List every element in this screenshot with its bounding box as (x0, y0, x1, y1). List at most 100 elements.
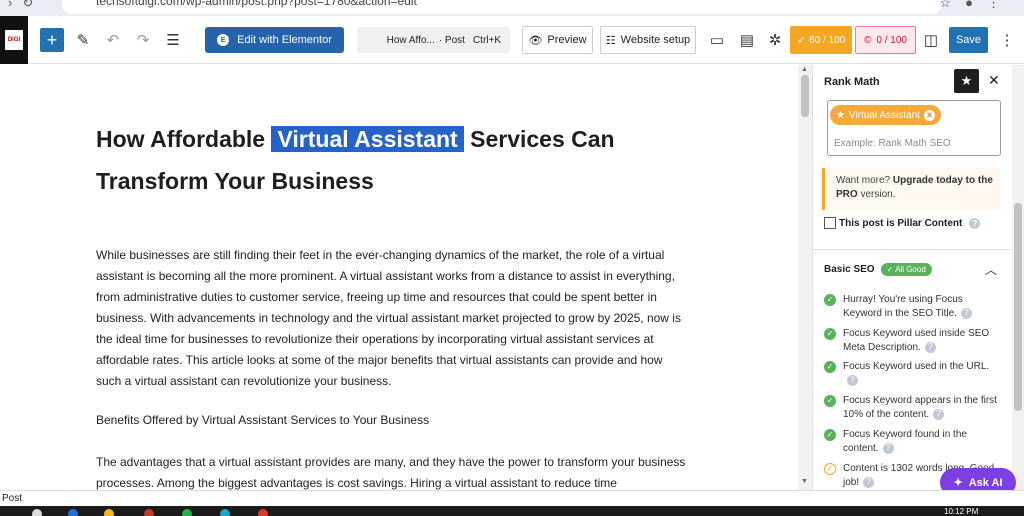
upgrade-notice: Want more? Upgrade today to the PRO vers… (822, 168, 1000, 210)
help-icon[interactable]: ? (933, 408, 945, 420)
elementor-icon: E (217, 34, 230, 46)
focus-keyword-input[interactable]: ★ Virtual Assistant ✕ Example: Rank Math… (827, 100, 1001, 156)
editor-toolbar: DIGI + ✎ ↶ ↷ ☰ E Edit with Elementor How… (0, 16, 1024, 64)
seo-check-item: ✓ Focus Keyword used inside SEO Meta Des… (824, 327, 1004, 355)
chevron-up-icon[interactable]: ︿ (985, 261, 997, 278)
upgrade-suffix: version. (860, 189, 896, 200)
edit-pencil-icon[interactable]: ✎ (72, 28, 94, 52)
readability-score-button[interactable]: © 0 / 100 (855, 26, 916, 54)
sidebar-scrollbar-thumb[interactable] (1014, 203, 1022, 411)
scroll-down-icon[interactable]: ▼ (801, 478, 808, 485)
sidebar-scrollbar[interactable] (1012, 65, 1024, 490)
basic-seo-label: Basic SEO (824, 264, 875, 275)
ask-ai-label: Ask AI (968, 476, 1003, 489)
content-scrollbar[interactable]: ▲ ▼ (798, 65, 812, 490)
remove-keyword-icon[interactable]: ✕ (923, 109, 935, 121)
command-title: How Affo... (386, 34, 435, 46)
preview-label: Preview (547, 34, 587, 46)
settings-panel-icon[interactable]: ◫ (920, 28, 942, 52)
browser-right-icons[interactable]: ☆●⋮ (939, 0, 1014, 11)
editor-canvas: How Affordable Virtual Assistant Service… (0, 65, 798, 490)
rank-math-sidebar: Rank Math ★ ✕ ★ Virtual Assistant ✕ Exam… (812, 65, 1012, 490)
check-text: Hurray! You're using Focus Keyword in th… (843, 294, 963, 319)
preview-button[interactable]: 👁 Preview (522, 26, 593, 54)
basic-seo-header[interactable]: Basic SEO ✓ All Good (824, 263, 932, 276)
website-setup-label: Website setup (620, 34, 691, 46)
taskbar-app-icon[interactable] (144, 509, 154, 516)
redo-icon[interactable]: ↷ (132, 28, 154, 52)
title-text-before: How Affordable (96, 126, 266, 152)
hubspot-icon[interactable]: ✲ (764, 28, 786, 52)
command-type: · Post (438, 34, 465, 46)
star-icon[interactable]: ★ (954, 69, 979, 93)
website-setup-button[interactable]: ☷ Website setup (600, 26, 696, 54)
check-text: Focus Keyword appears in the first 10% o… (843, 395, 997, 420)
elementor-label: Edit with Elementor (237, 34, 332, 46)
plus-icon: + (46, 29, 58, 50)
readability-score: 0 / 100 (876, 34, 907, 46)
seo-score-button[interactable]: ➶ 60 / 100 (790, 26, 852, 54)
options-menu-icon[interactable]: ⋮ (996, 28, 1018, 52)
help-icon[interactable]: ? (969, 217, 981, 229)
keyword-star-icon: ★ (836, 109, 845, 121)
paragraph-heading-benefits[interactable]: Benefits Offered by Virtual Assistant Se… (96, 410, 686, 431)
taskbar-app-icon[interactable] (32, 509, 42, 516)
paragraph-advantages[interactable]: The advantages that a virtual assistant … (96, 452, 686, 490)
pillar-content-option[interactable]: This post is Pillar Content ? (824, 217, 981, 229)
undo-icon[interactable]: ↶ (102, 28, 124, 52)
pillar-checkbox[interactable] (824, 217, 836, 229)
status-badge: ✓ All Good (880, 263, 932, 276)
address-bar[interactable]: techsoftdigi.com/wp-admin/post.php?post=… (62, 0, 942, 14)
add-block-button[interactable]: + (40, 28, 64, 52)
sidebar-header: Rank Math ★ ✕ (813, 65, 1012, 99)
pillar-label: This post is Pillar Content (839, 217, 963, 229)
command-palette[interactable]: How Affo... · Post Ctrl+K (357, 27, 510, 53)
document-icon[interactable]: ▤ (736, 28, 758, 52)
status-bar: Post (0, 490, 1024, 506)
taskbar-app-icon[interactable] (220, 509, 230, 516)
seo-check-item: ✓ Hurray! You're using Focus Keyword in … (824, 293, 1004, 321)
title-selected-text: Virtual Assistant (271, 126, 464, 152)
taskbar-app-icon[interactable] (68, 509, 78, 516)
browser-nav-icons[interactable]: ›↻ (8, 0, 43, 11)
os-taskbar: 10:12 PM (0, 506, 1024, 516)
check-text: Focus Keyword used in the URL. (843, 361, 990, 372)
seo-score: 60 / 100 (809, 34, 846, 46)
warning-icon: ✓ (824, 463, 836, 475)
check-icon: ✓ (824, 294, 836, 306)
help-icon[interactable]: ? (924, 341, 936, 353)
close-icon[interactable]: ✕ (988, 72, 1000, 89)
check-icon: ✓ (824, 328, 836, 340)
breadcrumb[interactable]: Post (2, 493, 22, 504)
eye-icon: 👁 (528, 34, 543, 47)
help-icon[interactable]: ? (847, 374, 858, 386)
rankmath-icon: ➶ (796, 34, 806, 46)
post-title[interactable]: How Affordable Virtual Assistant Service… (96, 118, 656, 202)
check-text: Focus Keyword used inside SEO Meta Descr… (843, 328, 990, 353)
check-icon: ✓ (824, 429, 836, 441)
taskbar-app-icon[interactable] (182, 509, 192, 516)
device-preview-icon[interactable]: ▭ (706, 28, 728, 52)
upgrade-prefix: Want more? (836, 175, 891, 186)
scroll-up-icon[interactable]: ▲ (801, 66, 808, 73)
readability-icon: © (864, 34, 872, 46)
taskbar-app-icon[interactable] (258, 509, 268, 516)
sidebar-title: Rank Math (824, 76, 880, 88)
browser-bar: ›↻ techsoftdigi.com/wp-admin/post.php?po… (0, 0, 1024, 16)
document-overview-icon[interactable]: ☰ (162, 28, 184, 52)
seo-check-item: ✓ Focus Keyword used in the URL.? (824, 360, 1004, 388)
command-shortcut: Ctrl+K (472, 34, 501, 46)
divider (813, 249, 1012, 250)
focus-keyword-chip[interactable]: ★ Virtual Assistant ✕ (830, 105, 941, 125)
help-icon[interactable]: ? (960, 307, 972, 319)
check-icon: ✓ (824, 395, 836, 407)
taskbar-app-icon[interactable] (104, 509, 114, 516)
help-icon[interactable]: ? (882, 442, 894, 454)
seo-check-item: ✓ Focus Keyword appears in the first 10%… (824, 394, 1004, 422)
edit-with-elementor-button[interactable]: E Edit with Elementor (205, 27, 344, 53)
paragraph-intro[interactable]: While businesses are still finding their… (96, 245, 686, 392)
site-logo[interactable]: DIGI (0, 16, 28, 64)
scrollbar-thumb[interactable] (801, 75, 809, 117)
help-icon[interactable]: ? (863, 476, 875, 488)
save-button[interactable]: Save (949, 27, 988, 53)
